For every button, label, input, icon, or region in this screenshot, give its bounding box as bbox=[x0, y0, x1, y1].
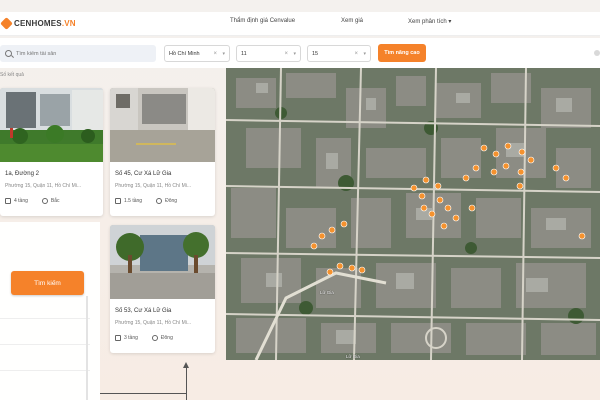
floors-icon bbox=[115, 335, 121, 341]
city-value: Hồ Chí Minh bbox=[169, 50, 200, 57]
listing-card[interactable]: Số 53, Cư Xá Lữ Gia Phường 15, Quận 11, … bbox=[110, 225, 215, 353]
clear-icon[interactable]: × bbox=[284, 51, 288, 57]
chevron-down-icon: ▾ bbox=[293, 50, 296, 57]
direction-value: Đông bbox=[165, 198, 178, 204]
floors-value: 4 tầng bbox=[14, 198, 28, 204]
listing-card[interactable]: Số 45, Cư Xá Lữ Gia Phường 15, Quận 11, … bbox=[110, 88, 215, 216]
logo[interactable]: CENHOMES.VN bbox=[0, 17, 76, 30]
district-value: 11 bbox=[241, 50, 247, 57]
divider bbox=[86, 296, 88, 400]
overlay-panel bbox=[0, 222, 100, 400]
floors-value: 3 tầng bbox=[124, 335, 138, 341]
search-box[interactable] bbox=[0, 45, 156, 62]
nav-xem-phan-tich[interactable]: Xem phân tích ▾ bbox=[408, 18, 451, 25]
map-imagery bbox=[226, 68, 600, 360]
chevron-down-icon: ▾ bbox=[222, 50, 225, 57]
listing-title[interactable]: 1a, Đường 2 bbox=[5, 171, 39, 177]
listing-title[interactable]: Số 45, Cư Xá Lữ Gia bbox=[115, 171, 171, 177]
listing-address: Phường 15, Quận 11, Hồ Chí Mi... bbox=[115, 183, 192, 189]
listing-meta: 3 tầng Đông bbox=[115, 335, 173, 341]
listing-photo bbox=[0, 88, 103, 162]
direction-value: Bắc bbox=[50, 198, 60, 204]
logo-text: CENHOMES.VN bbox=[14, 19, 76, 28]
listing-title[interactable]: Số 53, Cư Xá Lữ Gia bbox=[115, 308, 171, 314]
chevron-down-icon: ▾ bbox=[363, 50, 366, 57]
city-select[interactable]: Hồ Chí Minh × ▾ bbox=[164, 45, 230, 62]
listing-address: Phường 15, Quận 11, Hồ Chí Mi... bbox=[115, 320, 192, 326]
ward-select[interactable]: 15 × ▾ bbox=[307, 45, 371, 62]
arrow-line bbox=[186, 368, 187, 400]
compass-icon bbox=[156, 198, 163, 204]
avatar[interactable] bbox=[594, 50, 600, 56]
nav-xem-gia[interactable]: Xem giá bbox=[341, 18, 363, 24]
listing-photo bbox=[110, 225, 215, 299]
divider bbox=[0, 370, 90, 371]
search-button[interactable]: Tìm kiếm bbox=[11, 271, 84, 295]
satellite-map[interactable]: Lữ Gia Lữ Gia bbox=[226, 68, 600, 360]
ward-value: 15 bbox=[312, 50, 319, 57]
advanced-search-button[interactable]: Tìm nâng cao bbox=[378, 44, 426, 62]
results-count: Số kết quả bbox=[0, 72, 24, 78]
floors-value: 1.5 tầng bbox=[124, 198, 143, 204]
compass-icon bbox=[151, 335, 158, 341]
street-label: Lữ Gia bbox=[320, 290, 334, 295]
listing-address: Phường 15, Quận 11, Hồ Chí Mi... bbox=[5, 183, 82, 189]
listing-meta: 1.5 tầng Đông bbox=[115, 198, 177, 204]
arrow-line bbox=[100, 393, 186, 394]
logo-icon bbox=[0, 17, 13, 30]
clear-icon[interactable]: × bbox=[354, 51, 358, 57]
floors-icon bbox=[115, 198, 121, 204]
listing-card[interactable]: 1a, Đường 2 Phường 15, Quận 11, Hồ Chí M… bbox=[0, 88, 103, 216]
district-select[interactable]: 11 × ▾ bbox=[236, 45, 301, 62]
filter-bar: Hồ Chí Minh × ▾ 11 × ▾ 15 × ▾ Tìm nâng c… bbox=[0, 38, 600, 68]
search-input[interactable] bbox=[16, 50, 146, 57]
nav-cenvalue[interactable]: Thẩm định giá Cenvalue bbox=[230, 18, 295, 24]
listing-meta: 4 tầng Bắc bbox=[5, 198, 60, 204]
compass-icon bbox=[41, 198, 48, 204]
direction-value: Đông bbox=[160, 335, 173, 341]
search-icon bbox=[5, 50, 12, 57]
top-header: CENHOMES.VN Thẩm định giá Cenvalue Xem g… bbox=[0, 12, 600, 36]
listing-photo bbox=[110, 88, 215, 162]
screen: CENHOMES.VN Thẩm định giá Cenvalue Xem g… bbox=[0, 0, 600, 400]
street-label: Lữ Gia bbox=[346, 354, 360, 359]
clear-icon[interactable]: × bbox=[213, 51, 217, 57]
floors-icon bbox=[5, 198, 11, 204]
divider bbox=[0, 318, 90, 319]
divider bbox=[0, 344, 90, 345]
